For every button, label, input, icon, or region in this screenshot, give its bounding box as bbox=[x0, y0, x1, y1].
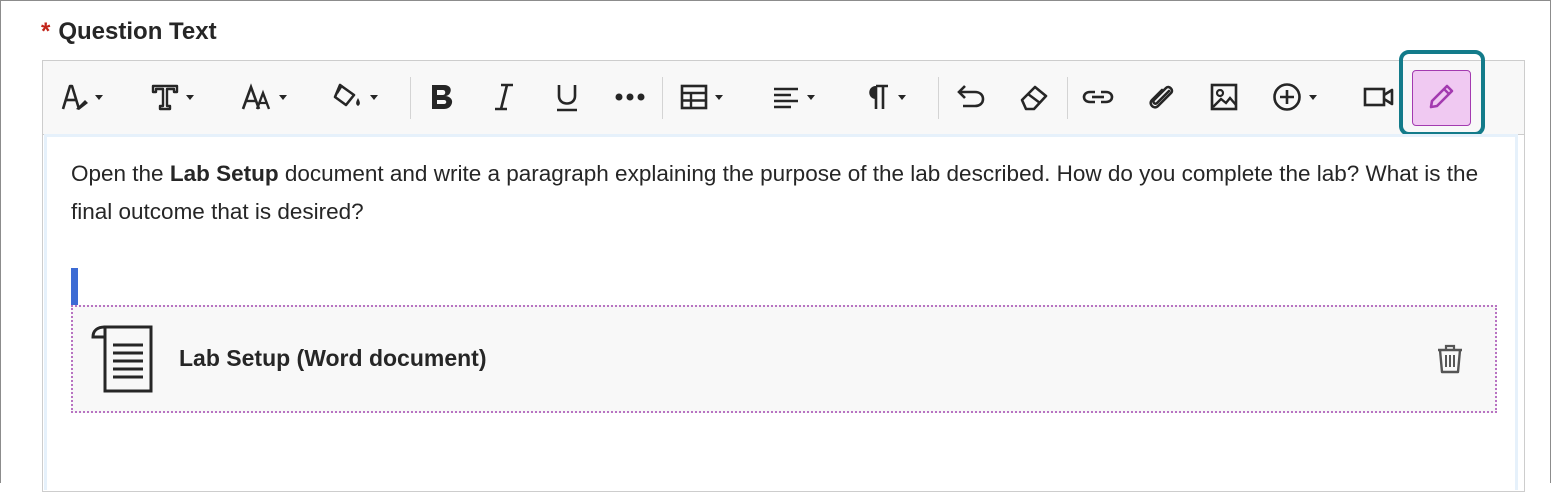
para-bold-text: Lab Setup bbox=[169, 161, 279, 186]
paragraph-button[interactable] bbox=[862, 79, 906, 115]
attach-icon bbox=[1145, 81, 1177, 113]
italic-icon bbox=[489, 82, 519, 112]
fill-color-button[interactable] bbox=[332, 79, 378, 115]
required-marker: * bbox=[41, 18, 51, 45]
editor-toolbar bbox=[43, 50, 1524, 136]
image-icon bbox=[1209, 82, 1239, 112]
editor-content[interactable]: Open the Lab Setup document and write a … bbox=[44, 134, 1518, 490]
para-text-start: Open the bbox=[71, 161, 170, 186]
insert-image-button[interactable] bbox=[1209, 79, 1239, 115]
link-button[interactable] bbox=[1082, 79, 1114, 115]
document-icon bbox=[91, 323, 161, 400]
font-size-icon bbox=[241, 82, 273, 112]
file-attachment[interactable]: Lab Setup (Word document) bbox=[71, 305, 1497, 413]
font-size-button[interactable] bbox=[241, 79, 287, 115]
chevron-down-icon bbox=[95, 94, 103, 100]
fill-color-icon bbox=[332, 82, 364, 112]
text-cursor bbox=[71, 268, 78, 305]
insert-content-button[interactable] bbox=[1271, 79, 1317, 115]
clear-formatting-button[interactable] bbox=[1018, 79, 1050, 115]
more-icon bbox=[614, 82, 646, 112]
italic-button[interactable] bbox=[489, 79, 519, 115]
rich-text-editor: Open the Lab Setup document and write a … bbox=[42, 50, 1525, 492]
paragraph-icon bbox=[862, 82, 892, 112]
text-style-icon bbox=[59, 82, 89, 112]
question-text-label: Question Text bbox=[58, 18, 217, 45]
attachment-title: Lab Setup (Word document) bbox=[179, 345, 487, 371]
chevron-down-icon bbox=[186, 94, 194, 100]
chevron-down-icon bbox=[898, 94, 906, 100]
video-icon bbox=[1363, 82, 1395, 112]
align-icon bbox=[771, 82, 801, 112]
bold-button[interactable] bbox=[426, 79, 458, 115]
insert-plus-icon bbox=[1271, 81, 1303, 113]
pencil-icon bbox=[1427, 81, 1457, 116]
table-icon bbox=[679, 82, 709, 112]
underline-icon bbox=[552, 82, 582, 112]
undo-icon bbox=[955, 82, 987, 112]
toolbar-divider bbox=[938, 77, 939, 119]
bold-icon bbox=[426, 81, 458, 113]
undo-button[interactable] bbox=[955, 79, 987, 115]
table-button[interactable] bbox=[679, 79, 723, 115]
field-label: * Question Text bbox=[41, 18, 217, 46]
record-video-button[interactable] bbox=[1363, 79, 1395, 115]
toolbar-divider bbox=[1067, 77, 1068, 119]
chevron-down-icon bbox=[370, 94, 378, 100]
font-button[interactable] bbox=[150, 79, 194, 115]
align-button[interactable] bbox=[771, 79, 815, 115]
chevron-down-icon bbox=[807, 94, 815, 100]
toolbar-divider bbox=[662, 77, 663, 119]
para-text-end: document and write a paragraph explainin… bbox=[71, 161, 1479, 224]
question-paragraph: Open the Lab Setup document and write a … bbox=[71, 155, 1501, 231]
chevron-down-icon bbox=[279, 94, 287, 100]
underline-button[interactable] bbox=[552, 79, 582, 115]
edit-button[interactable] bbox=[1412, 70, 1471, 126]
trash-icon[interactable] bbox=[1435, 343, 1465, 380]
chevron-down-icon bbox=[715, 94, 723, 100]
attach-file-button[interactable] bbox=[1145, 79, 1177, 115]
chevron-down-icon bbox=[1309, 94, 1317, 100]
eraser-icon bbox=[1018, 82, 1050, 112]
font-icon bbox=[150, 82, 180, 112]
toolbar-divider bbox=[410, 77, 411, 119]
link-icon bbox=[1082, 82, 1114, 112]
text-style-button[interactable] bbox=[59, 79, 103, 115]
more-button[interactable] bbox=[614, 79, 646, 115]
